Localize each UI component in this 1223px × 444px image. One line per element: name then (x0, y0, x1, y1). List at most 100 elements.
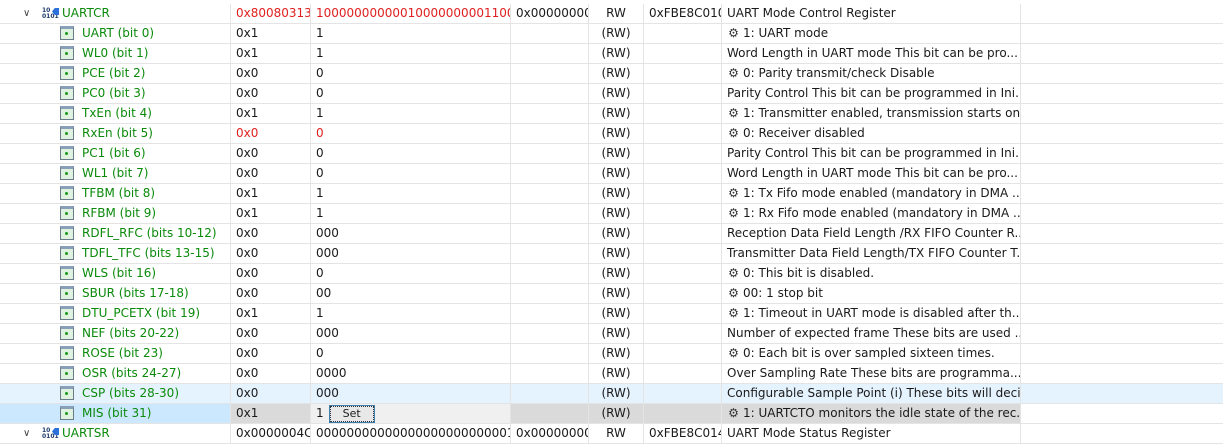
field-name-cell[interactable]: WLS (bit 16) (0, 264, 231, 283)
field-name-cell[interactable]: CSP (bits 28-30) (0, 384, 231, 403)
field-binary[interactable]: 1 (311, 204, 511, 223)
field-value[interactable]: 0x0 (231, 384, 311, 403)
field-row[interactable]: CSP (bits 28-30) 0x0 000 (RW) Configurable S… (0, 384, 1223, 404)
field-value[interactable]: 0x1 (231, 24, 311, 43)
field-name-cell[interactable]: TFBM (bit 8) (0, 184, 231, 203)
field-value[interactable]: 0x0 (231, 64, 311, 83)
field-binary-value[interactable]: 000 (316, 226, 339, 240)
field-row[interactable]: PC1 (bit 6) 0x0 0 (RW) Parity Control This b… (0, 144, 1223, 164)
field-row[interactable]: WLS (bit 16) 0x0 0 (RW) ⚙ 0: This bit is disa… (0, 264, 1223, 284)
field-name-cell[interactable]: RDFL_RFC (bits 10-12) (0, 224, 231, 243)
field-value[interactable]: 0x0 (231, 264, 311, 283)
field-binary[interactable]: 0 (311, 144, 511, 163)
field-name-cell[interactable]: TDFL_TFC (bits 13-15) (0, 244, 231, 263)
field-binary[interactable]: 0 (311, 84, 511, 103)
field-name-cell[interactable]: NEF (bits 20-22) (0, 324, 231, 343)
field-value[interactable]: 0x1 (231, 44, 311, 63)
field-binary[interactable]: 000 (311, 384, 511, 403)
field-binary[interactable]: 000 (311, 244, 511, 263)
field-binary[interactable]: 0 (311, 164, 511, 183)
field-row[interactable]: RFBM (bit 9) 0x1 1 (RW) ⚙ 1: Rx Fifo mode ena… (0, 204, 1223, 224)
field-value[interactable]: 0x0 (231, 124, 311, 143)
field-binary-value[interactable]: 0 (316, 126, 324, 140)
field-row[interactable]: RxEn (bit 5) 0x0 0 (RW) ⚙ 0: Receiver disable… (0, 124, 1223, 144)
field-binary-value[interactable]: 1 (316, 46, 324, 60)
field-row[interactable]: DTU_PCETX (bit 19) 0x1 1 (RW) ⚙ 1: Timeout in… (0, 304, 1223, 324)
field-value[interactable]: 0x0 (231, 144, 311, 163)
field-binary-value[interactable]: 0 (316, 66, 324, 80)
field-binary[interactable]: 0 (311, 124, 511, 143)
field-name-cell[interactable]: RxEn (bit 5) (0, 124, 231, 143)
field-binary-value[interactable]: 000 (316, 246, 339, 260)
field-value[interactable]: 0x0 (231, 244, 311, 263)
register-value[interactable]: 0x0000004C (231, 424, 311, 443)
field-row[interactable]: MIS (bit 31) 0x1 1 Set (RW) ⚙ 1: UARTCTO monit… (0, 404, 1223, 424)
field-row[interactable]: RDFL_RFC (bits 10-12) 0x0 000 (RW) Reception… (0, 224, 1223, 244)
register-row-uartcr[interactable]: ∨ 10 0101 UARTCR 0x80080313 10000000000010000… (0, 4, 1223, 24)
field-name-cell[interactable]: DTU_PCETX (bit 19) (0, 304, 231, 323)
field-binary-value[interactable]: 000 (316, 326, 339, 340)
field-binary[interactable]: 0 (311, 264, 511, 283)
field-binary-value[interactable]: 1 (316, 306, 324, 320)
register-value[interactable]: 0x80080313 (231, 4, 311, 23)
set-button[interactable]: Set (328, 404, 375, 423)
field-name-cell[interactable]: PCE (bit 2) (0, 64, 231, 83)
field-name-cell[interactable]: SBUR (bits 17-18) (0, 284, 231, 303)
field-name-cell[interactable]: PC0 (bit 3) (0, 84, 231, 103)
register-name-cell[interactable]: ∨ 10 0101 UARTSR (0, 424, 231, 443)
field-name-cell[interactable]: ROSE (bit 23) (0, 344, 231, 363)
field-binary-value[interactable]: 0 (316, 166, 324, 180)
field-name-cell[interactable]: MIS (bit 31) (0, 404, 231, 423)
field-name-cell[interactable]: WL1 (bit 7) (0, 164, 231, 183)
field-value[interactable]: 0x0 (231, 284, 311, 303)
field-value[interactable]: 0x0 (231, 324, 311, 343)
field-row[interactable]: WL1 (bit 7) 0x0 0 (RW) Word Length in UART m… (0, 164, 1223, 184)
field-row[interactable]: ROSE (bit 23) 0x0 0 (RW) ⚙ 0: Each bit is ove… (0, 344, 1223, 364)
field-binary-value[interactable]: 0000 (316, 366, 347, 380)
field-row[interactable]: UART (bit 0) 0x1 1 (RW) ⚙ 1: UART mode (0, 24, 1223, 44)
field-binary[interactable]: 0 (311, 64, 511, 83)
field-binary[interactable]: 000 (311, 324, 511, 343)
chevron-down-icon[interactable]: ∨ (23, 424, 30, 443)
field-binary-value[interactable]: 0 (316, 266, 324, 280)
field-name-cell[interactable]: TxEn (bit 4) (0, 104, 231, 123)
field-value[interactable]: 0x1 (231, 404, 311, 423)
register-row-uartsr[interactable]: ∨ 10 0101 UARTSR 0x0000004C 00000000000000000… (0, 424, 1223, 444)
field-binary-value[interactable]: 1 (316, 186, 324, 200)
field-value[interactable]: 0x1 (231, 104, 311, 123)
field-name-cell[interactable]: WL0 (bit 1) (0, 44, 231, 63)
field-value[interactable]: 0x0 (231, 344, 311, 363)
field-binary[interactable]: 1 (311, 104, 511, 123)
field-row[interactable]: NEF (bits 20-22) 0x0 000 (RW) Number of expe… (0, 324, 1223, 344)
field-row[interactable]: TxEn (bit 4) 0x1 1 (RW) ⚙ 1: Transmitter enab… (0, 104, 1223, 124)
field-binary[interactable]: 1 (311, 304, 511, 323)
register-name-cell[interactable]: ∨ 10 0101 UARTCR (0, 4, 231, 23)
register-binary[interactable]: 10000000000010000000001100... (311, 4, 511, 23)
field-value[interactable]: 0x1 (231, 204, 311, 223)
register-binary[interactable]: 00000000000000000000000001... (311, 424, 511, 443)
field-name-cell[interactable]: PC1 (bit 6) (0, 144, 231, 163)
field-value[interactable]: 0x0 (231, 84, 311, 103)
field-value[interactable]: 0x0 (231, 364, 311, 383)
field-binary-value[interactable]: 1 (316, 106, 324, 120)
field-value[interactable]: 0x1 (231, 184, 311, 203)
field-name-cell[interactable]: OSR (bits 24-27) (0, 364, 231, 383)
field-name-cell[interactable]: UART (bit 0) (0, 24, 231, 43)
field-binary-value[interactable]: 0 (316, 146, 324, 160)
field-row[interactable]: TFBM (bit 8) 0x1 1 (RW) ⚙ 1: Tx Fifo mode ena… (0, 184, 1223, 204)
chevron-down-icon[interactable]: ∨ (23, 4, 30, 23)
field-binary-value[interactable]: 00 (316, 286, 331, 300)
field-binary-value[interactable]: 000 (316, 386, 339, 400)
field-binary[interactable]: 1 (311, 44, 511, 63)
field-binary-value[interactable]: 1 (316, 26, 324, 40)
field-row[interactable]: SBUR (bits 17-18) 0x0 00 (RW) ⚙ 00: 1 stop bi… (0, 284, 1223, 304)
field-binary[interactable]: 1 (311, 24, 511, 43)
field-row[interactable]: PCE (bit 2) 0x0 0 (RW) ⚙ 0: Parity transmit/c… (0, 64, 1223, 84)
field-binary-value[interactable]: 1 (316, 406, 324, 420)
field-binary-value[interactable]: 0 (316, 86, 324, 100)
field-binary[interactable]: 0000 (311, 364, 511, 383)
field-binary[interactable]: 1 Set (311, 404, 511, 423)
field-row[interactable]: PC0 (bit 3) 0x0 0 (RW) Parity Control This b… (0, 84, 1223, 104)
field-row[interactable]: OSR (bits 24-27) 0x0 0000 (RW) Over Sampling… (0, 364, 1223, 384)
field-value[interactable]: 0x1 (231, 304, 311, 323)
